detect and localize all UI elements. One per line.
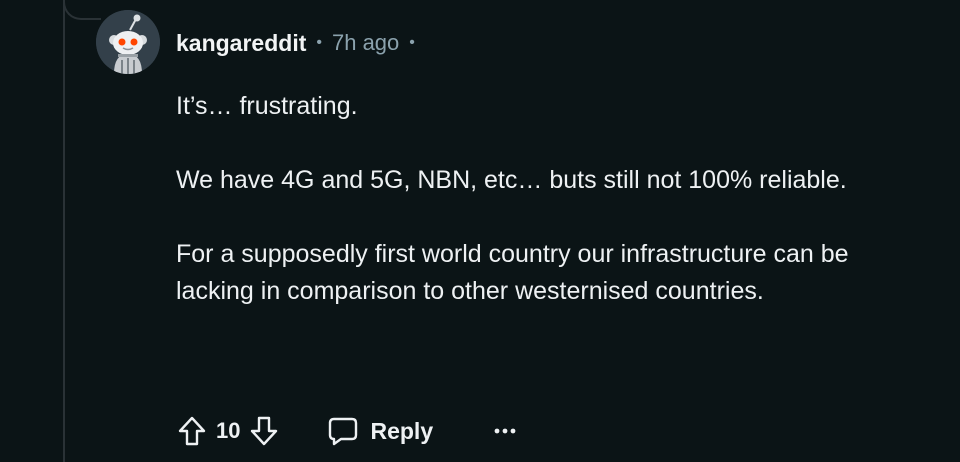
reply-button[interactable]: Reply <box>328 416 433 446</box>
comment-meta: kangareddit • 7h ago • <box>176 28 415 58</box>
reply-label: Reply <box>370 417 434 444</box>
meta-separator-end: • <box>409 34 415 51</box>
comment-body: It’s… frustrating. We have 4G and 5G, NB… <box>176 88 896 310</box>
arrow-up-icon <box>178 416 206 446</box>
snoo-avatar-icon <box>96 10 160 74</box>
comment-paragraph: We have 4G and 5G, NBN, etc… buts still … <box>176 166 847 194</box>
comment-actions: 10 Reply <box>172 410 525 452</box>
avatar[interactable] <box>96 10 160 74</box>
comment-paragraph: It’s… frustrating. <box>176 92 358 120</box>
meta-separator: • <box>316 34 322 51</box>
thread-connector <box>63 0 101 20</box>
vote-score: 10 <box>216 418 241 443</box>
arrow-down-icon <box>251 416 278 446</box>
comment-timestamp[interactable]: 7h ago <box>332 30 399 56</box>
speech-bubble-icon <box>329 417 358 446</box>
upvote-button[interactable] <box>172 411 212 451</box>
downvote-button[interactable] <box>244 411 284 451</box>
thread-line[interactable] <box>63 0 65 462</box>
ellipsis-icon <box>494 428 516 434</box>
comment-paragraph: For a supposedly first world country our… <box>176 240 849 305</box>
author-username[interactable]: kangareddit <box>176 30 306 57</box>
more-options-button[interactable] <box>485 411 525 451</box>
